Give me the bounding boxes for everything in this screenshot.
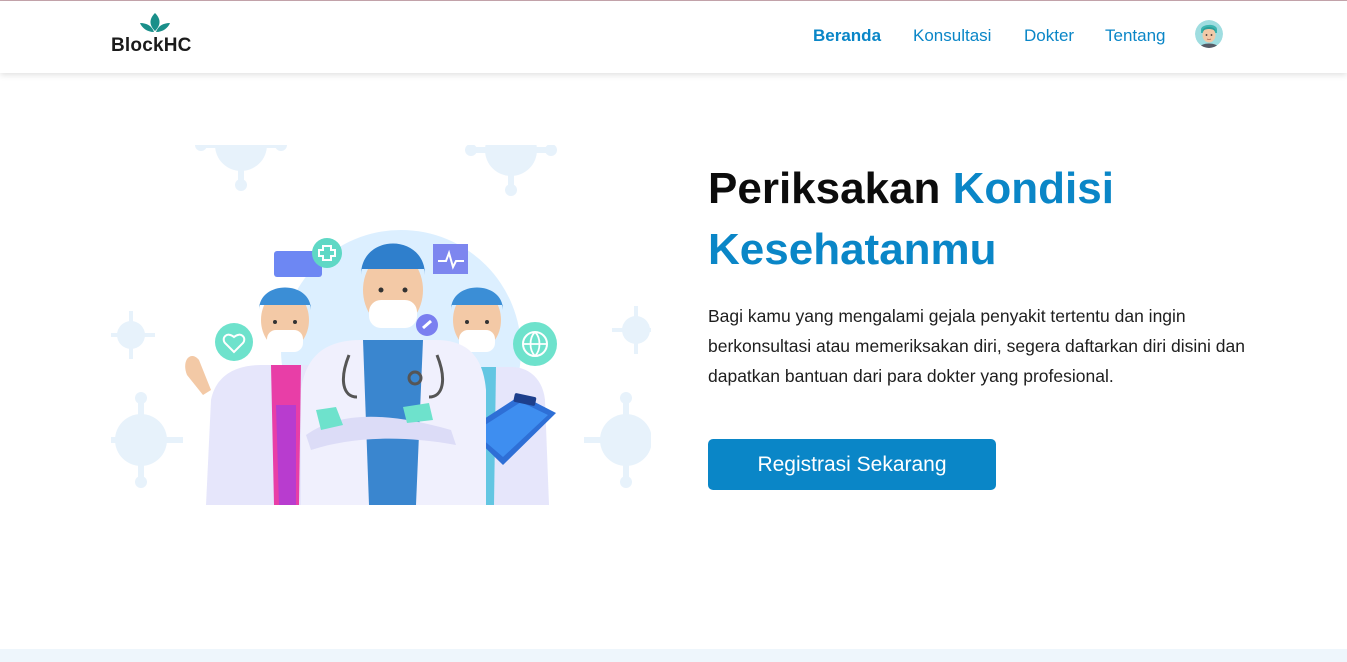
nav-konsultasi[interactable]: Konsultasi	[913, 26, 991, 46]
nav-tentang[interactable]: Tentang	[1105, 26, 1166, 46]
next-section-edge	[0, 649, 1347, 662]
hero-title: Periksakan Kondisi Kesehatanmu	[708, 158, 1268, 280]
brand-logo[interactable]: BlockHC	[111, 12, 203, 60]
hero-description: Bagi kamu yang mengalami gejala penyakit…	[708, 306, 1245, 386]
medical-team-illustration	[93, 105, 674, 505]
brand-name: BlockHC	[111, 35, 192, 56]
nav-beranda[interactable]: Beranda	[813, 26, 881, 46]
register-now-button[interactable]: Registrasi Sekarang	[708, 439, 996, 490]
user-avatar-icon[interactable]	[1195, 20, 1223, 48]
navbar: BlockHC Beranda Konsultasi Dokter Tentan…	[0, 1, 1347, 73]
hero-title-part1: Periksakan	[708, 164, 953, 213]
nav-dokter[interactable]: Dokter	[1024, 26, 1074, 46]
